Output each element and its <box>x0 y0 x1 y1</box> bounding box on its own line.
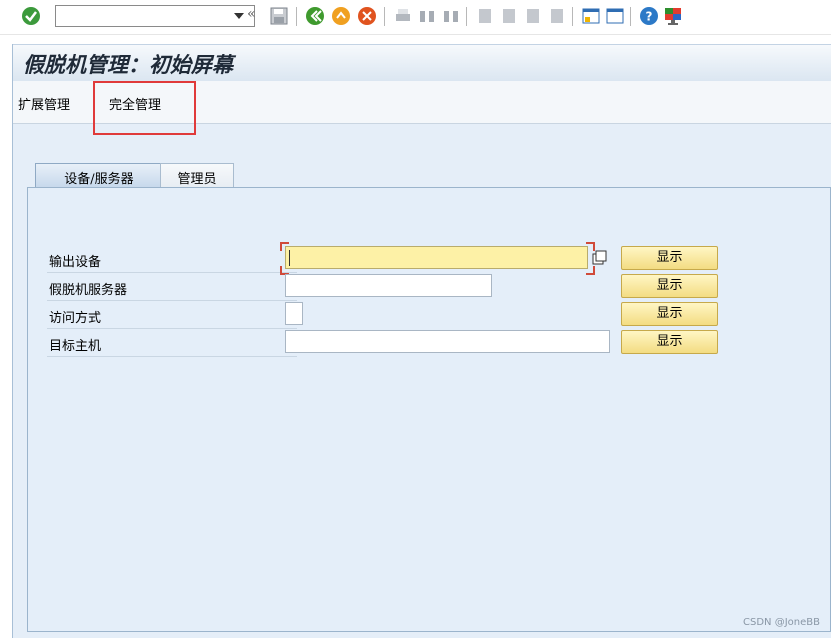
back-green-icon[interactable] <box>304 5 326 27</box>
dropdown-icon[interactable] <box>232 9 246 23</box>
toolbar-separator <box>296 7 297 26</box>
title-bar: 假脱机管理：初始屏幕 <box>13 44 831 82</box>
toolbar-separator <box>630 7 631 26</box>
toolbar-separator <box>466 7 467 26</box>
display-access-method-button[interactable]: 显示 <box>621 302 718 326</box>
create-session-icon[interactable] <box>580 5 602 27</box>
find-next-icon[interactable] <box>440 5 462 27</box>
toolbar-separator <box>572 7 573 26</box>
access-method-label: 访问方式 <box>49 311 102 326</box>
display-output-device-button[interactable]: 显示 <box>621 246 718 270</box>
shortcut-icon[interactable] <box>604 5 626 27</box>
form-row-access-method: 访问方式 <box>47 301 297 329</box>
focus-bracket <box>280 242 289 251</box>
tab-label: 管理员 <box>177 172 217 187</box>
display-target-host-button[interactable]: 显示 <box>621 330 718 354</box>
output-device-label: 输出设备 <box>49 255 102 270</box>
watermark: CSDN @JoneBB <box>743 617 820 628</box>
tab-label: 设备/服务器 <box>64 172 134 187</box>
help-icon[interactable]: ? <box>638 5 660 27</box>
find-icon[interactable] <box>416 5 438 27</box>
value-help-icon[interactable] <box>592 250 608 266</box>
output-device-input[interactable] <box>285 246 588 269</box>
enter-icon[interactable] <box>20 5 42 27</box>
spool-server-input[interactable] <box>285 274 492 297</box>
print-icon[interactable] <box>392 5 414 27</box>
main-window: 假脱机管理：初始屏幕 扩展管理 完全管理 设备/服务器 管理员 输出设备 显示 … <box>12 44 831 638</box>
command-field[interactable] <box>55 5 255 27</box>
display-spool-server-button[interactable]: 显示 <box>621 274 718 298</box>
extended-admin-menu-item[interactable]: 扩展管理 <box>18 94 70 113</box>
target-host-input[interactable] <box>285 330 610 353</box>
focus-bracket <box>586 266 595 275</box>
last-page-icon[interactable] <box>546 5 568 27</box>
previous-page-icon[interactable] <box>498 5 520 27</box>
back-arrow-icon[interactable]: « <box>247 6 256 22</box>
customize-layout-icon[interactable] <box>662 5 684 27</box>
tab-devices-servers[interactable]: 设备/服务器 <box>35 163 163 187</box>
first-page-icon[interactable] <box>474 5 496 27</box>
standard-toolbar: « ? <box>0 0 831 35</box>
text-caret <box>289 250 290 266</box>
highlight-annotation <box>93 81 196 135</box>
spool-server-label: 假脱机服务器 <box>49 283 128 298</box>
save-icon[interactable] <box>268 5 290 27</box>
svg-text:?: ? <box>646 10 653 24</box>
page-title: 假脱机管理：初始屏幕 <box>23 52 233 77</box>
form-row-spool-server: 假脱机服务器 <box>47 273 297 301</box>
next-page-icon[interactable] <box>522 5 544 27</box>
form-row-output-device: 输出设备 <box>47 245 297 273</box>
cancel-icon[interactable] <box>356 5 378 27</box>
access-method-input[interactable] <box>285 302 303 325</box>
form-row-target-host: 目标主机 <box>47 329 297 357</box>
toolbar-separator <box>384 7 385 26</box>
exit-icon[interactable] <box>330 5 352 27</box>
target-host-label: 目标主机 <box>49 339 102 354</box>
tab-administrator[interactable]: 管理员 <box>160 163 234 187</box>
